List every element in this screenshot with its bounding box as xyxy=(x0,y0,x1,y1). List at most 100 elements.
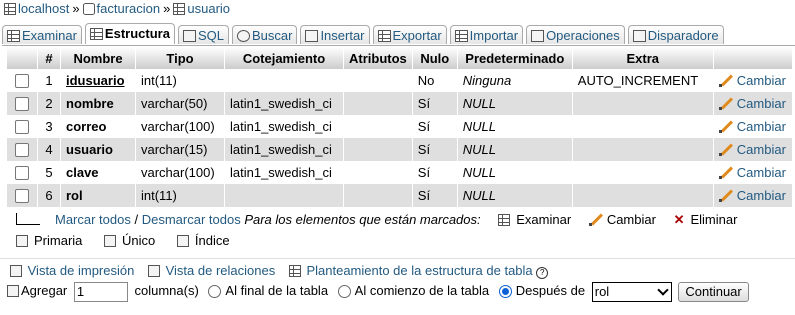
row-number: 4 xyxy=(37,138,61,161)
change-column-link[interactable]: Cambiar xyxy=(718,188,786,203)
row-checkbox[interactable] xyxy=(15,189,29,204)
column-null: No xyxy=(412,69,458,92)
row-checkbox[interactable] xyxy=(15,143,29,158)
index-icon xyxy=(176,235,189,247)
help-icon[interactable]: ? xyxy=(536,267,549,279)
check-all-link[interactable]: Marcar todos xyxy=(55,212,131,227)
tab-exportar[interactable]: Exportar xyxy=(372,25,447,44)
uncheck-all-link[interactable]: Desmarcar todos xyxy=(142,212,241,227)
bulk-change-button[interactable]: Cambiar xyxy=(588,212,656,227)
propose-structure-link[interactable]: Planteamiento de la estructura de tabla xyxy=(306,263,532,278)
unique-button[interactable]: Único xyxy=(104,233,155,248)
column-collation xyxy=(224,184,344,207)
column-extra xyxy=(572,138,714,161)
primary-button[interactable]: Primaria xyxy=(16,233,82,248)
column-default: NULL xyxy=(457,161,573,184)
change-column-link[interactable]: Cambiar xyxy=(718,96,786,111)
column-name: clave xyxy=(60,161,136,184)
change-column-link[interactable]: Cambiar xyxy=(718,142,786,157)
header-collation: Cotejamiento xyxy=(224,47,344,69)
column-name: nombre xyxy=(60,92,136,115)
bulk-drop-button[interactable]: ✕ Eliminar xyxy=(674,212,738,227)
row-checkbox[interactable] xyxy=(15,74,29,89)
breadcrumb-table[interactable]: usuario xyxy=(187,1,230,16)
triggers-icon xyxy=(632,30,646,42)
pencil-icon xyxy=(588,212,603,226)
breadcrumb-server[interactable]: localhost xyxy=(18,1,69,16)
column-name: correo xyxy=(60,115,136,138)
column-attributes xyxy=(343,161,413,184)
row-select-cell[interactable] xyxy=(7,115,38,138)
row-number: 2 xyxy=(37,92,61,115)
column-collation xyxy=(224,69,344,92)
column-count-input[interactable]: 1 xyxy=(73,281,128,302)
tab-disparadores[interactable]: Disparadore xyxy=(627,25,724,44)
import-icon xyxy=(454,30,468,42)
column-collation: latin1_swedish_ci xyxy=(224,161,344,184)
change-column-link[interactable]: Cambiar xyxy=(718,165,786,180)
row-select-cell[interactable] xyxy=(7,69,38,92)
row-select-cell[interactable] xyxy=(7,161,38,184)
print-view-link[interactable]: Vista de impresión xyxy=(28,263,135,278)
column-attributes xyxy=(343,115,413,138)
add-column-icon xyxy=(7,285,19,297)
continue-button[interactable]: Continuar xyxy=(678,281,749,302)
row-select-cell[interactable] xyxy=(7,138,38,161)
tab-insertar[interactable]: Insertar xyxy=(300,25,370,44)
table-row: 6 rol int(11) Sí NULL Cambiar xyxy=(7,184,793,207)
primary-key-icon xyxy=(16,235,28,247)
radio-end-of-table[interactable] xyxy=(208,285,222,299)
column-name: usuario xyxy=(60,138,136,161)
row-actions-cell: Cambiar xyxy=(713,138,793,161)
change-column-link[interactable]: Cambiar xyxy=(718,73,786,88)
column-default: NULL xyxy=(457,184,573,207)
database-icon xyxy=(82,3,95,15)
row-select-cell[interactable] xyxy=(7,92,38,115)
relations-icon xyxy=(147,265,160,277)
tab-sql[interactable]: SQL xyxy=(177,25,229,44)
row-actions-cell: Cambiar xyxy=(713,184,793,207)
pencil-icon xyxy=(718,165,733,179)
radio-start-of-table[interactable] xyxy=(337,285,351,299)
bulk-actions-bar: Marcar todos / Desmarcar todos Para los … xyxy=(15,210,795,230)
row-checkbox[interactable] xyxy=(15,97,29,112)
column-default: NULL xyxy=(457,92,573,115)
tab-operaciones[interactable]: Operaciones xyxy=(526,25,625,44)
pencil-icon xyxy=(718,119,733,133)
pencil-icon xyxy=(718,96,733,110)
row-number: 1 xyxy=(37,69,61,92)
radio-after-column[interactable] xyxy=(498,285,512,299)
column-extra xyxy=(572,92,714,115)
tab-buscar[interactable]: Buscar xyxy=(231,25,298,44)
column-extra: AUTO_INCREMENT xyxy=(572,69,714,92)
header-actions xyxy=(713,47,793,69)
tab-estructura[interactable]: Estructura xyxy=(84,23,175,44)
column-collation: latin1_swedish_ci xyxy=(224,138,344,161)
breadcrumb: localhost» facturacion» usuario xyxy=(4,0,230,18)
tab-importar[interactable]: Importar xyxy=(449,25,524,44)
index-button[interactable]: Índice xyxy=(176,233,230,248)
row-checkbox[interactable] xyxy=(15,120,29,135)
column-extra xyxy=(572,184,714,207)
header-number: # xyxy=(37,47,61,69)
column-null: Sí xyxy=(412,92,458,115)
row-checkbox[interactable] xyxy=(15,166,29,181)
table-row: 4 usuario varchar(15) latin1_swedish_ci Sí NU… xyxy=(7,138,793,161)
close-icon: ✕ xyxy=(673,212,685,227)
after-column-select[interactable]: rol xyxy=(591,281,672,302)
breadcrumb-database[interactable]: facturacion xyxy=(97,1,161,16)
pencil-icon xyxy=(718,188,733,202)
change-column-link[interactable]: Cambiar xyxy=(718,119,786,134)
table-row: 3 correo varchar(100) latin1_swedish_ci Sí NU… xyxy=(7,115,793,138)
unique-icon xyxy=(104,235,117,247)
pencil-icon xyxy=(718,73,733,87)
row-select-cell[interactable] xyxy=(7,184,38,207)
browse-icon xyxy=(7,30,20,42)
header-select xyxy=(7,47,38,69)
bulk-browse-button[interactable]: Examinar xyxy=(498,212,571,227)
column-type: int(11) xyxy=(135,184,225,207)
column-attributes xyxy=(343,138,413,161)
tab-examinar[interactable]: Examinar xyxy=(2,25,82,44)
relation-view-link[interactable]: Vista de relaciones xyxy=(166,263,276,278)
column-type: varchar(50) xyxy=(135,92,225,115)
